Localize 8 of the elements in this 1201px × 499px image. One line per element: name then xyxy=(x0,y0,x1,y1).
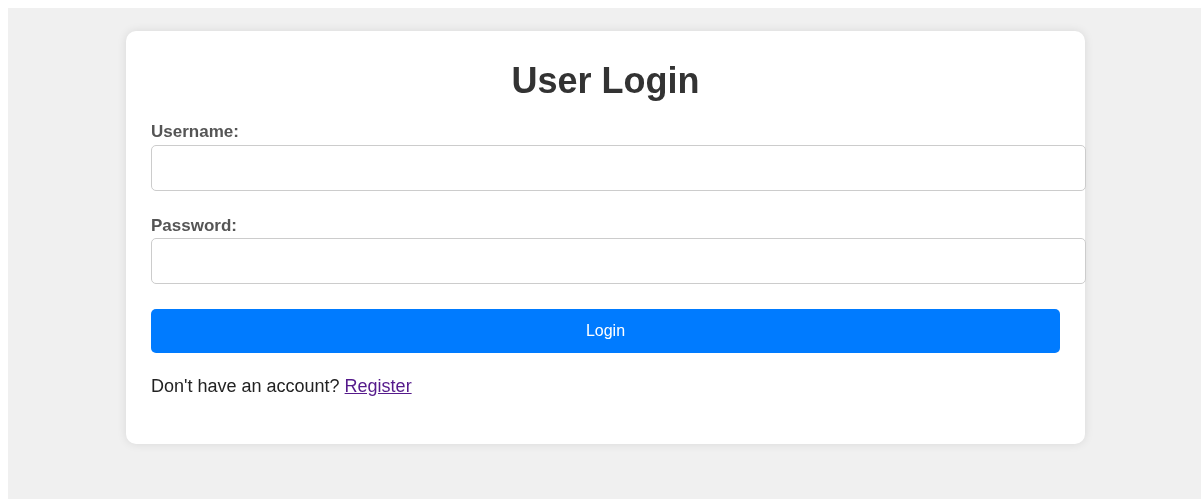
field-label: Password: xyxy=(151,215,238,236)
login-button[interactable]: Login xyxy=(151,308,1060,353)
input-field[interactable] xyxy=(151,144,1086,191)
prompt-text: Don't have an account? xyxy=(151,375,340,396)
page-title: User Login xyxy=(510,59,701,103)
register-link[interactable]: Register xyxy=(344,375,412,396)
field-label: Username: xyxy=(151,122,240,143)
input-field[interactable] xyxy=(151,237,1086,284)
